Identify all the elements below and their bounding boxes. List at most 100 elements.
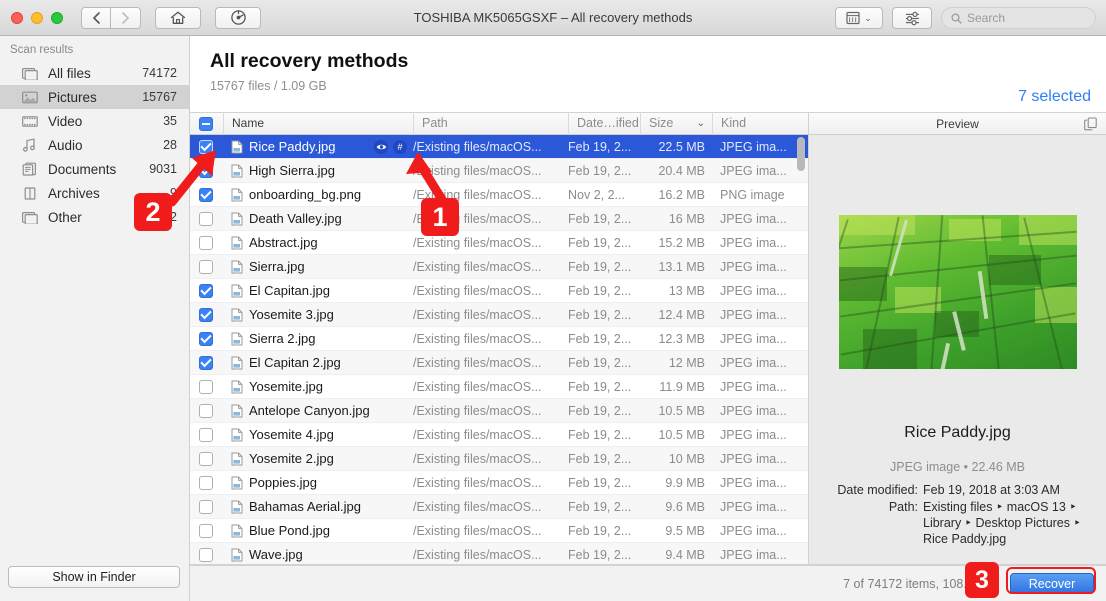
- row-checkbox-cell[interactable]: [190, 351, 223, 375]
- row-checkbox[interactable]: [199, 235, 213, 250]
- table-row[interactable]: Death Valley.jpg/Existing files/macOS...…: [190, 207, 808, 231]
- file-icon: [231, 236, 243, 249]
- row-checkbox[interactable]: [199, 283, 213, 298]
- close-button[interactable]: [11, 11, 23, 24]
- cell-path: /Existing files/macOS...: [413, 451, 542, 466]
- table-row[interactable]: onboarding_bg.png/Existing files/macOS..…: [190, 183, 808, 207]
- row-checkbox-cell[interactable]: [190, 471, 223, 495]
- row-checkbox[interactable]: [199, 355, 213, 370]
- row-checkbox-cell[interactable]: [190, 399, 223, 423]
- select-all-checkbox[interactable]: [199, 116, 213, 131]
- cell-date: Feb 19, 2...: [568, 451, 632, 466]
- column-header-path[interactable]: Path: [413, 112, 568, 135]
- search-input[interactable]: Search: [941, 7, 1096, 29]
- history-button[interactable]: [215, 6, 261, 29]
- cell-kind: JPEG ima...: [720, 163, 787, 178]
- row-checkbox-cell[interactable]: [190, 327, 223, 351]
- cell-size: 13.1 MB: [658, 259, 705, 274]
- row-checkbox[interactable]: [199, 475, 213, 490]
- sidebar-item-pictures[interactable]: Pictures 15767: [0, 85, 189, 109]
- forward-button[interactable]: [111, 6, 141, 29]
- column-header-date[interactable]: Date…ified: [568, 112, 640, 135]
- page-header: All recovery methods 15767 files / 1.09 …: [190, 36, 1106, 112]
- row-checkbox-cell[interactable]: [190, 207, 223, 231]
- zoom-button[interactable]: [51, 11, 63, 24]
- cell-date: Feb 19, 2...: [568, 475, 632, 490]
- cell-date: Feb 19, 2...: [568, 547, 632, 562]
- sidebar-count: 74172: [142, 66, 177, 80]
- table-row[interactable]: El Capitan 2.jpg/Existing files/macOS...…: [190, 351, 808, 375]
- row-checkbox-cell[interactable]: [190, 255, 223, 279]
- row-checkbox[interactable]: [199, 451, 213, 466]
- file-icon: [231, 524, 243, 537]
- table-row[interactable]: Abstract.jpg/Existing files/macOS... Feb …: [190, 231, 808, 255]
- back-button[interactable]: [81, 6, 111, 29]
- row-checkbox[interactable]: [199, 523, 213, 538]
- row-checkbox-cell[interactable]: [190, 447, 223, 471]
- row-checkbox[interactable]: [199, 427, 213, 442]
- column-header-size[interactable]: Size ⌄: [640, 112, 712, 135]
- cell-size: 10.5 MB: [658, 403, 705, 418]
- file-name: Poppies.jpg: [249, 475, 317, 490]
- sidebar-item-all-files[interactable]: All files 74172: [0, 61, 189, 85]
- preview-fields: Date modified: Feb 19, 2018 at 3:03 AM P…: [819, 482, 1097, 548]
- row-checkbox-cell[interactable]: [190, 543, 223, 567]
- table-scrollbar[interactable]: [797, 137, 805, 171]
- copy-button[interactable]: [1084, 117, 1097, 134]
- select-all-checkbox-cell[interactable]: [190, 112, 223, 135]
- table-row[interactable]: Yosemite 4.jpg/Existing files/macOS... Fe…: [190, 423, 808, 447]
- picture-icon: [22, 91, 39, 104]
- row-checkbox[interactable]: [199, 307, 213, 322]
- row-checkbox-cell[interactable]: [190, 375, 223, 399]
- file-name: Blue Pond.jpg: [249, 523, 330, 538]
- row-checkbox[interactable]: [199, 259, 213, 274]
- row-checkbox[interactable]: [199, 211, 213, 226]
- video-icon: [22, 115, 39, 128]
- table-row[interactable]: Yosemite.jpg/Existing files/macOS... Feb …: [190, 375, 808, 399]
- selected-count-link[interactable]: 7 selected: [1018, 88, 1091, 106]
- row-checkbox[interactable]: [199, 379, 213, 394]
- table-row[interactable]: El Capitan.jpg/Existing files/macOS... Fe…: [190, 279, 808, 303]
- eye-icon[interactable]: [374, 139, 388, 154]
- home-button[interactable]: [155, 6, 201, 29]
- row-checkbox-cell[interactable]: [190, 279, 223, 303]
- row-checkbox[interactable]: [199, 331, 213, 346]
- row-checkbox-cell[interactable]: [190, 231, 223, 255]
- table-row[interactable]: Blue Pond.jpg/Existing files/macOS... Feb…: [190, 519, 808, 543]
- table-row[interactable]: Antelope Canyon.jpg/Existing files/macOS…: [190, 399, 808, 423]
- file-name: Abstract.jpg: [249, 235, 318, 250]
- row-checkbox-cell[interactable]: [190, 495, 223, 519]
- preview-field-date-modified: Date modified: Feb 19, 2018 at 3:03 AM: [819, 482, 1097, 498]
- view-mode-button[interactable]: ⌄: [835, 7, 883, 29]
- table-row[interactable]: Yosemite 3.jpg/Existing files/macOS... Fe…: [190, 303, 808, 327]
- row-checkbox[interactable]: [199, 403, 213, 418]
- column-header-kind[interactable]: Kind: [712, 112, 808, 135]
- sidebar-item-video[interactable]: Video 35: [0, 109, 189, 133]
- table-row[interactable]: Yosemite 2.jpg/Existing files/macOS... Fe…: [190, 447, 808, 471]
- file-icon: [231, 284, 243, 297]
- table-row[interactable]: Bahamas Aerial.jpg/Existing files/macOS.…: [190, 495, 808, 519]
- cell-date: Feb 19, 2...: [568, 163, 632, 178]
- table-row[interactable]: Poppies.jpg/Existing files/macOS... Feb 1…: [190, 471, 808, 495]
- table-row[interactable]: Rice Paddy.jpg #/Existing files/macOS... F…: [190, 135, 808, 159]
- column-header-name[interactable]: Name: [223, 112, 413, 135]
- filter-button[interactable]: [892, 7, 932, 29]
- row-checkbox-cell[interactable]: [190, 423, 223, 447]
- file-name: Rice Paddy.jpg: [249, 139, 336, 154]
- cell-date: Feb 19, 2...: [568, 139, 632, 154]
- file-icon: [231, 164, 243, 177]
- sidebar-label: All files: [48, 65, 91, 81]
- minimize-button[interactable]: [31, 11, 43, 24]
- toolbar-right: ⌄ Search: [835, 7, 1096, 29]
- table-row[interactable]: Sierra 2.jpg/Existing files/macOS... Feb …: [190, 327, 808, 351]
- show-in-finder-button[interactable]: Show in Finder: [8, 566, 180, 588]
- row-checkbox-cell[interactable]: [190, 519, 223, 543]
- sidebar: Scan results All files 74172 Pictures 15…: [0, 36, 190, 601]
- file-icon: [231, 140, 243, 153]
- row-checkbox-cell[interactable]: [190, 303, 223, 327]
- file-icon: [231, 476, 243, 489]
- row-checkbox[interactable]: [199, 499, 213, 514]
- table-row[interactable]: Sierra.jpg/Existing files/macOS... Feb 19…: [190, 255, 808, 279]
- table-row[interactable]: High Sierra.jpg/Existing files/macOS... F…: [190, 159, 808, 183]
- row-checkbox[interactable]: [199, 547, 213, 562]
